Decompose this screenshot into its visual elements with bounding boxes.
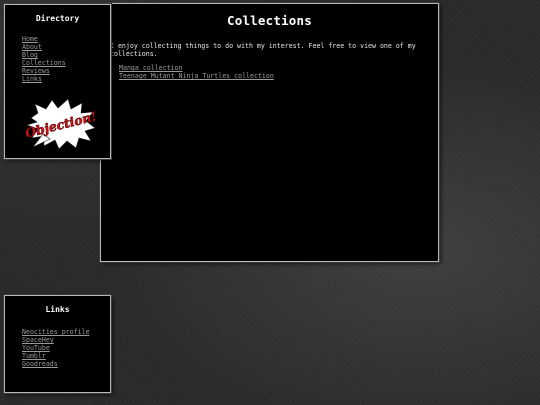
youtube-link[interactable]: YouTube: [22, 344, 50, 352]
collections-list: Manga collection Teenage Mutant Ninja Tu…: [101, 64, 438, 80]
nav-link-blog[interactable]: Blog: [22, 51, 38, 59]
external-links-list: Neocities profile SpaceHey YouTube Tumbl…: [22, 328, 110, 368]
goodreads-link[interactable]: Goodreads: [22, 360, 58, 368]
nav-link-home[interactable]: Home: [22, 35, 38, 43]
directory-panel: Directory Home About Blog Collections Re…: [4, 4, 111, 159]
objection-logo-icon: Objection!: [25, 98, 97, 150]
list-item: Manga collection: [118, 64, 438, 72]
page-title: Collections: [227, 13, 312, 28]
nav-item-blog: Blog: [22, 51, 110, 59]
nav-link-collections[interactable]: Collections: [22, 59, 66, 67]
links-panel: Links Neocities profile SpaceHey YouTube…: [4, 295, 111, 393]
nav-item-reviews: Reviews: [22, 67, 110, 75]
tmnt-collection-link[interactable]: Teenage Mutant Ninja Turtles collection: [119, 72, 274, 80]
tumblr-link[interactable]: Tumblr: [22, 352, 46, 360]
list-item: Tumblr: [22, 352, 110, 360]
nav-item-collections: Collections: [22, 59, 110, 67]
nav-link-reviews[interactable]: Reviews: [22, 67, 50, 75]
intro-text: I enjoy collecting things to do with my …: [110, 42, 416, 58]
nav-item-home: Home: [22, 35, 110, 43]
directory-nav: Home About Blog Collections Reviews Link…: [22, 35, 110, 83]
directory-title: Directory: [35, 14, 80, 23]
manga-collection-link[interactable]: Manga collection: [119, 64, 183, 72]
links-title: Links: [45, 305, 70, 314]
nav-link-about[interactable]: About: [22, 43, 42, 51]
spacehey-link[interactable]: SpaceHey: [22, 336, 54, 344]
list-item: SpaceHey: [22, 336, 110, 344]
list-item: Goodreads: [22, 360, 110, 368]
list-item: Teenage Mutant Ninja Turtles collection: [118, 72, 438, 80]
nav-link-links[interactable]: Links: [22, 75, 42, 83]
nav-item-links: Links: [22, 75, 110, 83]
main-content-panel: Collections I enjoy collecting things to…: [100, 3, 439, 262]
list-item: Neocities profile: [22, 328, 110, 336]
neocities-profile-link[interactable]: Neocities profile: [22, 328, 90, 336]
list-item: YouTube: [22, 344, 110, 352]
nav-item-about: About: [22, 43, 110, 51]
